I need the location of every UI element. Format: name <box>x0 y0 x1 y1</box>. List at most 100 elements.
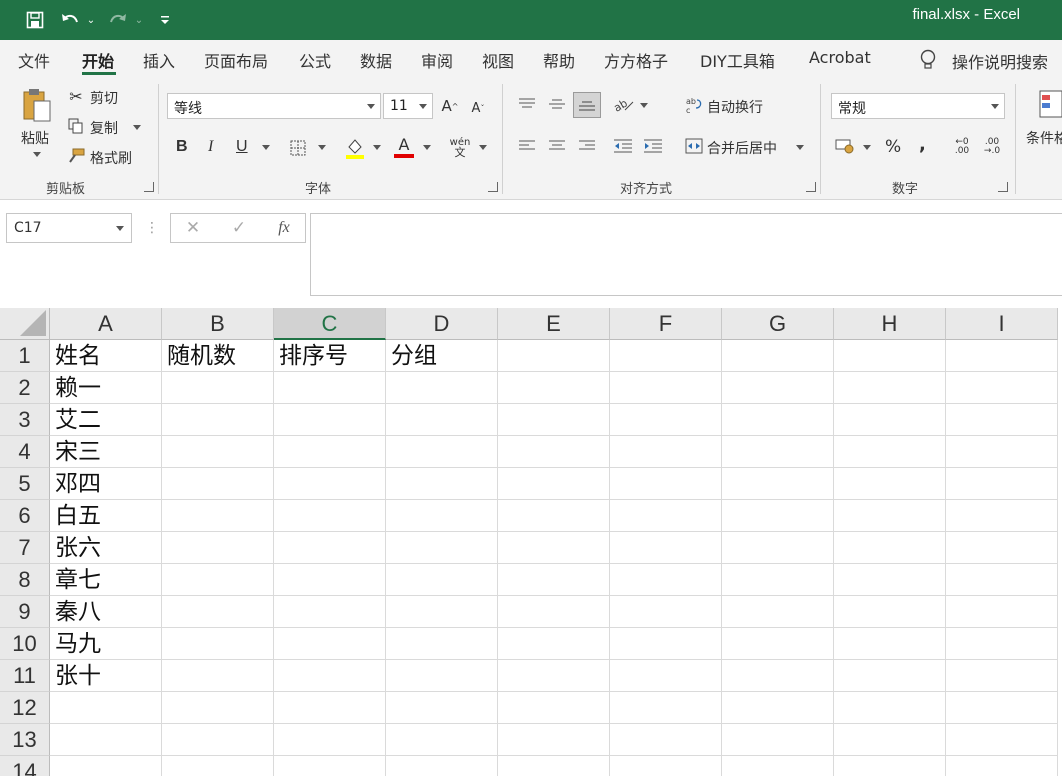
cell-b14[interactable] <box>162 756 274 776</box>
cell-g10[interactable] <box>722 628 834 660</box>
save-icon[interactable] <box>22 8 48 32</box>
row-header-7[interactable]: 7 <box>0 532 50 564</box>
cell-i11[interactable] <box>946 660 1058 692</box>
cell-d1[interactable]: 分组 <box>386 340 498 372</box>
font-size-select[interactable]: 11 <box>383 93 433 119</box>
cell-g11[interactable] <box>722 660 834 692</box>
cell-b3[interactable] <box>162 404 274 436</box>
cell-e9[interactable] <box>498 596 610 628</box>
bold-button[interactable]: B <box>176 138 188 156</box>
cell-b6[interactable] <box>162 500 274 532</box>
cell-b4[interactable] <box>162 436 274 468</box>
cell-e4[interactable] <box>498 436 610 468</box>
cell-d12[interactable] <box>386 692 498 724</box>
cell-i4[interactable] <box>946 436 1058 468</box>
borders-icon[interactable] <box>288 138 308 158</box>
cell-c7[interactable] <box>274 532 386 564</box>
alignment-launcher-icon[interactable] <box>806 182 816 192</box>
align-center-icon[interactable] <box>546 136 568 156</box>
align-top-icon[interactable] <box>516 94 538 114</box>
cell-e13[interactable] <box>498 724 610 756</box>
cell-h3[interactable] <box>834 404 946 436</box>
number-format-select[interactable]: 常规 <box>831 93 1005 119</box>
cell-d8[interactable] <box>386 564 498 596</box>
column-header-e[interactable]: E <box>498 308 610 340</box>
cell-h8[interactable] <box>834 564 946 596</box>
column-header-d[interactable]: D <box>386 308 498 340</box>
cell-g4[interactable] <box>722 436 834 468</box>
select-all-button[interactable] <box>0 308 50 340</box>
undo-icon[interactable] <box>58 8 82 32</box>
cell-i3[interactable] <box>946 404 1058 436</box>
cell-c8[interactable] <box>274 564 386 596</box>
cell-d9[interactable] <box>386 596 498 628</box>
cell-a8[interactable]: 章七 <box>50 564 162 596</box>
row-header-2[interactable]: 2 <box>0 372 50 404</box>
merge-center-button[interactable]: 合并后居中 <box>707 138 777 158</box>
redo-icon[interactable] <box>106 8 130 32</box>
borders-dropdown-icon[interactable] <box>318 145 326 150</box>
cell-c13[interactable] <box>274 724 386 756</box>
cut-button[interactable]: 剪切 <box>90 88 118 108</box>
cell-h5[interactable] <box>834 468 946 500</box>
cell-d11[interactable] <box>386 660 498 692</box>
fill-color-dropdown-icon[interactable] <box>373 145 381 150</box>
formula-input[interactable] <box>310 213 1062 296</box>
cell-e7[interactable] <box>498 532 610 564</box>
copy-button[interactable]: 复制 <box>90 118 118 138</box>
cell-b13[interactable] <box>162 724 274 756</box>
cell-c4[interactable] <box>274 436 386 468</box>
accounting-format-icon[interactable] <box>834 136 856 156</box>
cell-i14[interactable] <box>946 756 1058 776</box>
cell-h11[interactable] <box>834 660 946 692</box>
cell-b5[interactable] <box>162 468 274 500</box>
accounting-dropdown-icon[interactable] <box>863 145 871 150</box>
row-header-1[interactable]: 1 <box>0 340 50 372</box>
cell-c1[interactable]: 排序号 <box>274 340 386 372</box>
paste-dropdown-icon[interactable] <box>33 152 41 157</box>
cell-c11[interactable] <box>274 660 386 692</box>
tab-help[interactable]: 帮助 <box>543 48 575 72</box>
cell-b11[interactable] <box>162 660 274 692</box>
cell-e2[interactable] <box>498 372 610 404</box>
cell-d3[interactable] <box>386 404 498 436</box>
cell-d4[interactable] <box>386 436 498 468</box>
cell-b7[interactable] <box>162 532 274 564</box>
cell-e8[interactable] <box>498 564 610 596</box>
cell-a4[interactable]: 宋三 <box>50 436 162 468</box>
cell-e14[interactable] <box>498 756 610 776</box>
cell-g8[interactable] <box>722 564 834 596</box>
cell-g5[interactable] <box>722 468 834 500</box>
undo-dropdown-icon[interactable]: ⌄ <box>84 8 98 32</box>
cell-h12[interactable] <box>834 692 946 724</box>
row-header-9[interactable]: 9 <box>0 596 50 628</box>
font-color-icon[interactable]: A <box>393 134 415 160</box>
cell-c5[interactable] <box>274 468 386 500</box>
name-box[interactable]: C17 <box>6 213 132 243</box>
conditional-formatting-button[interactable]: 条件格 <box>1026 128 1062 148</box>
decrease-decimal-icon[interactable]: .00 →.0 <box>980 136 1004 158</box>
cell-a10[interactable]: 马九 <box>50 628 162 660</box>
cell-g14[interactable] <box>722 756 834 776</box>
number-launcher-icon[interactable] <box>998 182 1008 192</box>
cancel-icon[interactable]: ✕ <box>181 217 205 239</box>
cell-f9[interactable] <box>610 596 722 628</box>
wrap-text-button[interactable]: 自动换行 <box>707 97 763 117</box>
cell-b10[interactable] <box>162 628 274 660</box>
cell-a11[interactable]: 张十 <box>50 660 162 692</box>
cell-h4[interactable] <box>834 436 946 468</box>
cell-g13[interactable] <box>722 724 834 756</box>
column-header-a[interactable]: A <box>50 308 162 340</box>
row-header-5[interactable]: 5 <box>0 468 50 500</box>
clipboard-launcher-icon[interactable] <box>144 182 154 192</box>
row-header-6[interactable]: 6 <box>0 500 50 532</box>
cell-g9[interactable] <box>722 596 834 628</box>
cell-c3[interactable] <box>274 404 386 436</box>
merge-dropdown-icon[interactable] <box>796 145 804 150</box>
cell-c14[interactable] <box>274 756 386 776</box>
cell-a2[interactable]: 赖一 <box>50 372 162 404</box>
cell-f3[interactable] <box>610 404 722 436</box>
tab-file[interactable]: 文件 <box>18 48 50 72</box>
cell-h9[interactable] <box>834 596 946 628</box>
decrease-font-size-icon[interactable]: Aˇ <box>468 97 488 119</box>
